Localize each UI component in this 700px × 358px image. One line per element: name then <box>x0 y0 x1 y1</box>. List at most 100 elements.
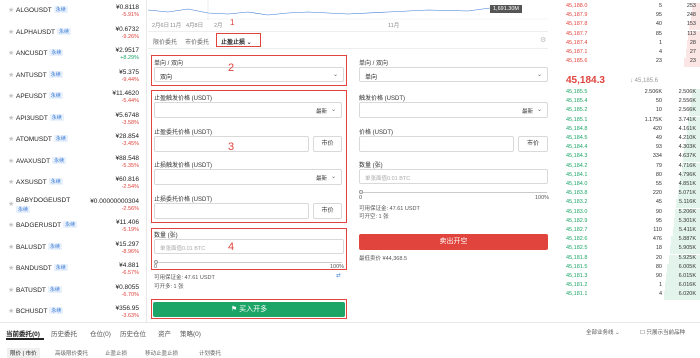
bid-row[interactable]: 45,182.7 110 5.411K <box>560 227 700 236</box>
trigger-type[interactable]: 最新 <box>316 174 327 182</box>
mode-select-right[interactable]: 单向 ⌄ <box>359 67 548 82</box>
bid-row[interactable]: 45,181.8 20 5.925K <box>560 254 700 264</box>
ask-row[interactable]: 45,187.9 95 248 <box>560 12 700 22</box>
star-icon[interactable]: ★ <box>8 264 14 272</box>
star-icon[interactable]: ★ <box>8 243 14 251</box>
tab-market-order[interactable]: 市价委托 <box>185 37 209 46</box>
market-row[interactable]: ★ BATUSDT 永续 ¥0.8055 -6.70% <box>0 281 146 302</box>
star-icon[interactable]: ★ <box>8 200 14 208</box>
star-icon[interactable]: ★ <box>8 307 14 315</box>
star-icon[interactable]: ★ <box>8 221 14 229</box>
bid-row[interactable]: 45,185.4 50 2.556K <box>560 98 700 108</box>
star-icon[interactable]: ★ <box>8 28 14 36</box>
trigger-input[interactable]: 最新 ⌄ <box>359 102 548 118</box>
qty-slider-right[interactable] <box>361 192 547 193</box>
star-icon[interactable]: ★ <box>8 71 14 79</box>
price-input[interactable] <box>359 136 514 152</box>
bid-row[interactable]: 45,184.0 55 4.851K <box>560 181 700 190</box>
star-icon[interactable]: ★ <box>8 286 14 294</box>
mode-select[interactable]: 双向 ⌄ <box>154 67 344 82</box>
trigger-type[interactable]: 最新 <box>316 107 327 115</box>
market-row[interactable]: ★ ANTUSDT 永续 ¥5.375 -9.44% <box>0 66 146 87</box>
bid-row[interactable]: 45,182.9 95 5.301K <box>560 217 700 227</box>
qty-slider[interactable] <box>156 262 342 263</box>
chevron-down-icon[interactable]: ⌄ <box>331 173 336 180</box>
sell-open-short-button[interactable]: 卖出开空 <box>359 234 548 250</box>
tab-positions[interactable]: 仓位(0) <box>90 328 111 338</box>
bid-row[interactable]: 45,182.5 18 5.905K <box>560 245 700 255</box>
buy-open-long-button[interactable]: ⚑ 买入开多 <box>153 302 345 317</box>
chevron-down-icon[interactable]: ⌄ <box>331 106 336 113</box>
bid-row[interactable]: 45,185.1 1.175K 3.741K <box>560 116 700 126</box>
bid-row[interactable]: 45,184.5 49 4.210K <box>560 135 700 144</box>
bid-row[interactable]: 45,182.6 476 5.887K <box>560 236 700 246</box>
tab-assets[interactable]: 资产 <box>158 328 171 338</box>
bid-row[interactable]: 45,183.8 220 5.071K <box>560 190 700 200</box>
star-icon[interactable]: ★ <box>8 135 14 143</box>
subtab-tp-sl[interactable]: 止盈止损 <box>102 348 130 358</box>
bid-row[interactable]: 45,183.0 90 5.206K <box>560 208 700 218</box>
bid-row[interactable]: 45,181.5 80 6.005K <box>560 263 700 273</box>
star-icon[interactable]: ★ <box>8 114 14 122</box>
bid-row[interactable]: 45,184.1 80 4.796K <box>560 171 700 181</box>
bid-row[interactable]: 45,184.8 420 4.161K <box>560 125 700 135</box>
bid-row[interactable]: 45,183.2 45 5.116K <box>560 199 700 209</box>
ask-row[interactable]: 45,187.7 85 113 <box>560 30 700 40</box>
sl-order-input[interactable] <box>154 203 309 219</box>
subtab-limit-market[interactable]: 限价 | 市价 <box>7 348 40 358</box>
bid-row[interactable]: 45,181.2 1 6.016K <box>560 282 700 292</box>
market-row[interactable]: ★ BALUSDT 永续 ¥15.297 -8.96% <box>0 238 146 259</box>
market-row[interactable]: ★ APEUSDT 永续 ¥11.4620 -5.44% <box>0 87 146 108</box>
settings-icon[interactable]: ⚙ <box>540 36 546 44</box>
slider-handle[interactable] <box>359 190 363 194</box>
market-row[interactable]: ★ ALGOUSDT 永续 ¥0.8118 -5.91% <box>0 1 146 22</box>
star-icon[interactable]: ★ <box>8 92 14 100</box>
subtab-plan-order[interactable]: 计划委托 <box>196 348 224 358</box>
bid-row[interactable]: 45,184.2 79 4.716K <box>560 162 700 172</box>
bid-row[interactable]: 45,184.4 93 4.303K <box>560 144 700 154</box>
ask-row[interactable]: 45,188.0 5 253 <box>560 3 700 12</box>
tab-position-history[interactable]: 历史仓位 <box>120 328 146 338</box>
trigger-type[interactable]: 最新 <box>522 107 533 115</box>
ask-row[interactable]: 45,185.6 23 23 <box>560 58 700 68</box>
market-row[interactable]: ★ BANDUSDT 永续 ¥4.881 -6.57% <box>0 259 146 280</box>
tp-trigger-input[interactable]: 最新 ⌄ <box>154 102 342 118</box>
market-row[interactable]: ★ API3USDT 永续 ¥5.6748 -3.58% <box>0 109 146 130</box>
ask-row[interactable]: 45,187.1 4 27 <box>560 49 700 58</box>
bid-row[interactable]: 45,181.1 4 6.020K <box>560 291 700 301</box>
business-filter[interactable]: 全部业务线 ⌄ <box>586 328 620 336</box>
transfer-icon[interactable]: ⇄ <box>336 273 341 279</box>
ask-row[interactable]: 45,187.8 40 153 <box>560 21 700 31</box>
bid-row[interactable]: 45,185.5 2.506K 2.506K <box>560 89 700 98</box>
qty-input[interactable]: 单张面值0.01 BTC <box>154 239 344 254</box>
bid-row[interactable]: 45,181.3 90 6.015K <box>560 273 700 282</box>
market-row[interactable]: ★ BADGERUSDT 永续 ¥11.406 -5.19% <box>0 216 146 237</box>
market-row[interactable]: ★ AXSUSDT 永续 ¥60.816 -2.54% <box>0 173 146 194</box>
market-row[interactable]: ★ BABYDOGEUSDT ¥0.00000000304 -2.56% 永续 <box>0 195 146 216</box>
market-row[interactable]: ★ ALPHAUSDT 永续 ¥0.6732 -9.26% <box>0 23 146 44</box>
market-button[interactable]: 市价 <box>518 136 548 152</box>
sl-trigger-input[interactable]: 最新 ⌄ <box>154 169 342 185</box>
bid-row[interactable]: 45,184.3 334 4.637K <box>560 153 700 163</box>
subtab-trailing[interactable]: 移动止盈止损 <box>142 348 181 358</box>
bid-row[interactable]: 45,185.2 10 2.566K <box>560 107 700 117</box>
market-row[interactable]: ★ BCHUSDT 永续 ¥356.95 -3.63% <box>0 302 146 323</box>
tab-order-history[interactable]: 历史委托 <box>51 328 77 338</box>
tab-open-orders[interactable]: 当前委托(0) <box>6 328 40 338</box>
ask-row[interactable]: 45,187.4 1 28 <box>560 39 700 49</box>
star-icon[interactable]: ★ <box>8 6 14 14</box>
star-icon[interactable]: ★ <box>8 49 14 57</box>
qty-input-right[interactable]: 单张面值0.01 BTC <box>359 169 548 184</box>
tab-limit-order[interactable]: 限价委托 <box>153 37 177 46</box>
sl-market-button[interactable]: 市价 <box>313 203 342 219</box>
market-row[interactable]: ★ AVAXUSDT 永续 ¥88.548 -5.35% <box>0 152 146 173</box>
tp-market-button[interactable]: 市价 <box>313 136 342 152</box>
subtab-advanced-limit[interactable]: 高级限价委托 <box>52 348 91 358</box>
tab-strategies[interactable]: 策略(0) <box>180 328 201 338</box>
hide-other-symbols-toggle[interactable]: ☐ 只展示当前品种 <box>640 328 685 336</box>
star-icon[interactable]: ★ <box>8 178 14 186</box>
star-icon[interactable]: ★ <box>8 157 14 165</box>
market-row[interactable]: ★ ATOMUSDT 永续 ¥28.854 -3.45% <box>0 130 146 151</box>
chevron-down-icon[interactable]: ⌄ <box>537 106 542 113</box>
market-row[interactable]: ★ ANCUSDT 永续 ¥2.9517 +8.29% <box>0 44 146 65</box>
